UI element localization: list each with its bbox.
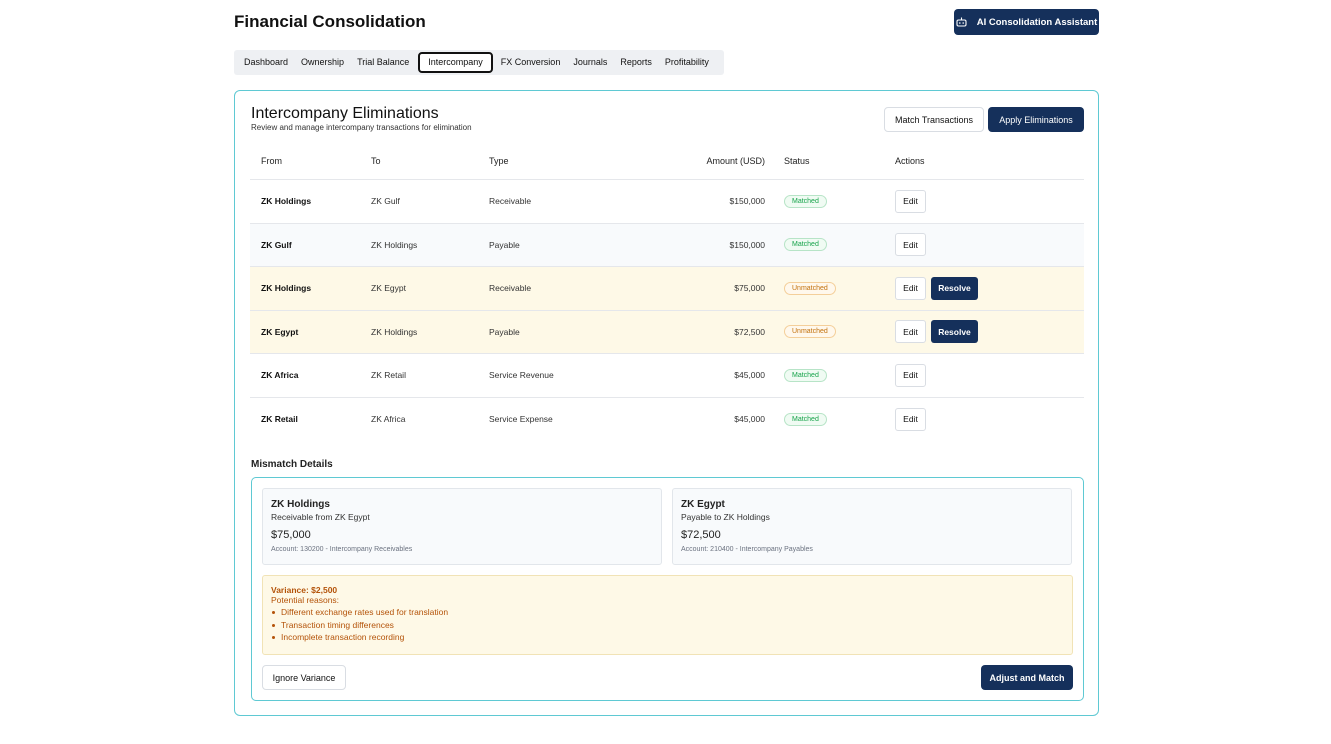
edit-button[interactable]: Edit <box>895 189 926 213</box>
cell-from: ZK Gulf <box>261 239 292 250</box>
cell-from: ZK Retail <box>261 414 298 425</box>
entity-card-egypt: ZK Egypt Payable to ZK Holdings $72,500 … <box>672 488 1072 565</box>
cell-amount: $75,000 <box>734 283 765 294</box>
cell-type: Payable <box>489 239 520 250</box>
col-status: Status <box>784 156 810 166</box>
edit-button[interactable]: Edit <box>895 363 926 387</box>
cell-from: ZK Egypt <box>261 326 299 337</box>
cell-from: ZK Holdings <box>261 196 312 207</box>
eliminations-card: Intercompany Eliminations Review and man… <box>234 90 1099 716</box>
cell-amount: $72,500 <box>734 326 765 337</box>
list-item: Incomplete transaction recording <box>272 631 1064 644</box>
entity-card-holdings: ZK Holdings Receivable from ZK Egypt $75… <box>262 488 662 565</box>
status-badge: Matched <box>784 368 827 382</box>
edit-button[interactable]: Edit <box>895 407 926 431</box>
ignore-variance-button[interactable]: Ignore Variance <box>262 665 346 690</box>
cell-to: ZK Retail <box>371 370 406 381</box>
tab-trial-balance[interactable]: Trial Balance <box>351 52 415 73</box>
cell-amount: $45,000 <box>734 414 765 425</box>
cell-from: ZK Africa <box>261 370 299 381</box>
col-amount: Amount (USD) <box>706 156 765 166</box>
cell-amount: $45,000 <box>734 370 765 381</box>
cell-to: ZK Africa <box>371 414 406 425</box>
col-type: Type <box>489 156 509 166</box>
tab-fx-conversion[interactable]: FX Conversion <box>495 52 567 73</box>
table-header: From To Type Amount (USD) Status Actions <box>250 143 1084 180</box>
tab-reports[interactable]: Reports <box>614 52 658 73</box>
tab-profitability[interactable]: Profitability <box>659 52 715 73</box>
tab-bar: Dashboard Ownership Trial Balance Interc… <box>234 50 724 75</box>
col-from: From <box>261 156 282 166</box>
table-row: ZK Egypt ZK Holdings Payable $72,500 Unm… <box>250 310 1084 354</box>
list-item: Different exchange rates used for transl… <box>272 606 1064 619</box>
mismatch-details-panel: ZK Holdings Receivable from ZK Egypt $75… <box>251 477 1084 701</box>
resolve-button[interactable]: Resolve <box>931 320 978 344</box>
eliminations-table: From To Type Amount (USD) Status Actions… <box>250 143 1084 441</box>
cell-type: Service Revenue <box>489 370 554 381</box>
cell-type: Receivable <box>489 283 532 294</box>
reasons-label: Potential reasons: <box>271 595 340 605</box>
col-actions: Actions <box>895 156 925 166</box>
edit-button[interactable]: Edit <box>895 276 926 300</box>
table-row: ZK Holdings ZK Gulf Receivable $150,000 … <box>250 180 1084 224</box>
resolve-button[interactable]: Resolve <box>931 276 978 300</box>
status-badge: Unmatched <box>784 281 836 295</box>
list-item: Transaction timing differences <box>272 619 1064 632</box>
cell-from: ZK Holdings <box>261 283 312 294</box>
variance-panel: Variance: $2,500 Potential reasons: Diff… <box>262 575 1073 655</box>
cell-to: ZK Gulf <box>371 196 400 207</box>
robot-icon <box>956 17 967 27</box>
mismatch-title: Mismatch Details <box>251 459 333 470</box>
col-to: To <box>371 156 381 166</box>
cell-to: ZK Holdings <box>371 239 418 250</box>
cell-amount: $150,000 <box>729 239 765 250</box>
section-title: Intercompany Eliminations <box>251 105 439 122</box>
entity-description: Payable to ZK Holdings <box>681 512 770 522</box>
cell-type: Payable <box>489 326 520 337</box>
status-badge: Matched <box>784 194 827 208</box>
cell-amount: $150,000 <box>729 196 765 207</box>
tab-journals[interactable]: Journals <box>567 52 613 73</box>
ai-assistant-button[interactable]: AI Consolidation Assistant <box>954 9 1099 35</box>
entity-amount: $72,500 <box>681 529 721 541</box>
table-row: ZK Retail ZK Africa Service Expense $45,… <box>250 398 1084 442</box>
cell-type: Service Expense <box>489 414 553 425</box>
adjust-and-match-button[interactable]: Adjust and Match <box>981 665 1073 690</box>
table-row: ZK Africa ZK Retail Service Revenue $45,… <box>250 354 1084 398</box>
cell-to: ZK Holdings <box>371 326 418 337</box>
cell-type: Receivable <box>489 196 532 207</box>
entity-account: Account: 130200 - Intercompany Receivabl… <box>271 546 413 553</box>
entity-name: ZK Egypt <box>681 499 725 510</box>
tab-dashboard[interactable]: Dashboard <box>238 52 294 73</box>
variance-title: Variance: $2,500 <box>271 585 338 595</box>
match-transactions-button[interactable]: Match Transactions <box>884 107 984 132</box>
cell-to: ZK Egypt <box>371 283 406 294</box>
status-badge: Unmatched <box>784 325 836 339</box>
tab-intercompany[interactable]: Intercompany <box>418 52 493 73</box>
edit-button[interactable]: Edit <box>895 233 926 257</box>
table-row: ZK Gulf ZK Holdings Payable $150,000 Mat… <box>250 223 1084 267</box>
apply-eliminations-button[interactable]: Apply Eliminations <box>988 107 1084 132</box>
reasons-list: Different exchange rates used for transl… <box>271 606 1064 644</box>
entity-account: Account: 210400 - Intercompany Payables <box>681 546 813 553</box>
page-title: Financial Consolidation <box>234 12 426 31</box>
tab-ownership[interactable]: Ownership <box>295 52 350 73</box>
status-badge: Matched <box>784 238 827 252</box>
status-badge: Matched <box>784 412 827 426</box>
entity-name: ZK Holdings <box>271 499 330 510</box>
edit-button[interactable]: Edit <box>895 320 926 344</box>
section-subtitle: Review and manage intercompany transacti… <box>251 123 472 132</box>
entity-description: Receivable from ZK Egypt <box>271 512 370 522</box>
entity-amount: $75,000 <box>271 529 311 541</box>
ai-assistant-label: AI Consolidation Assistant <box>976 16 1098 28</box>
table-row: ZK Holdings ZK Egypt Receivable $75,000 … <box>250 267 1084 311</box>
